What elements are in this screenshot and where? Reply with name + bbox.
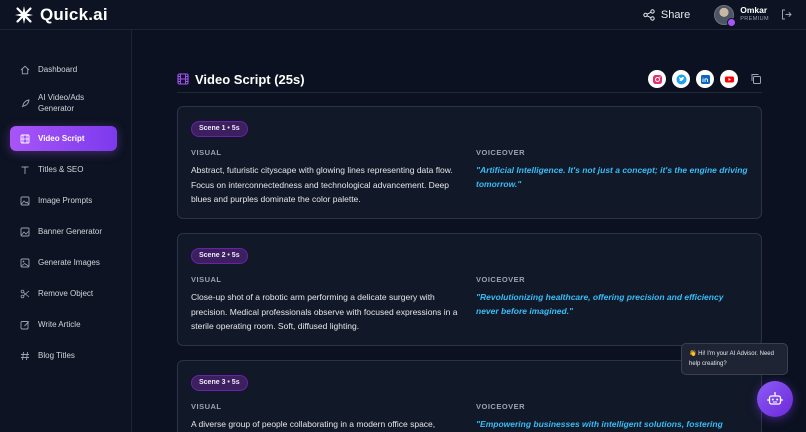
- sidebar-item-image-prompts[interactable]: Image Prompts: [10, 188, 117, 213]
- twitter-icon: [676, 74, 686, 84]
- home-icon: [20, 65, 30, 74]
- sidebar-item-dashboard[interactable]: Dashboard: [10, 57, 117, 82]
- share-label: Share: [660, 8, 691, 21]
- sidebar-item-ai-video-ads-generator[interactable]: AI Video/Ads Generator: [10, 88, 117, 120]
- twitter-share-button[interactable]: [672, 70, 690, 88]
- sidebar-item-label: Banner Generator: [38, 227, 103, 236]
- sidebar: Dashboard AI Video/Ads Generator Video S…: [0, 30, 132, 432]
- image-icon: [20, 196, 30, 205]
- robot-icon: [767, 392, 783, 405]
- user-plan: PREMIUM: [740, 16, 769, 23]
- film-icon: [20, 134, 30, 143]
- voiceover-label: VOICEOVER: [476, 275, 526, 284]
- scene-card: Scene 1 • 5s VISUAL VOICEOVER Abstract, …: [177, 106, 762, 219]
- voiceover-text: "Artificial Intelligence. It's not just …: [476, 165, 748, 189]
- scene-badge: Scene 3 • 5s: [191, 375, 248, 391]
- sidebar-item-label: Remove Object: [38, 289, 94, 298]
- sidebar-item-label: Blog Titles: [38, 351, 75, 360]
- sidebar-item-label: AI Video/Ads Generator: [38, 93, 85, 113]
- linkedin-icon: [700, 74, 710, 84]
- copy-icon[interactable]: [750, 73, 762, 85]
- scene-card: Scene 3 • 5s VISUAL VOICEOVER A diverse …: [177, 360, 762, 432]
- visual-description: Abstract, futuristic cityscape with glow…: [191, 165, 453, 204]
- visual-label: VISUAL: [191, 148, 222, 157]
- film-icon: [177, 73, 189, 85]
- voiceover-label: VOICEOVER: [476, 148, 526, 157]
- sidebar-item-generate-images[interactable]: Generate Images: [10, 250, 117, 275]
- avatar[interactable]: [714, 4, 737, 27]
- sidebar-item-label: Generate Images: [38, 258, 100, 267]
- user-name: Omkar: [740, 5, 768, 16]
- sidebar-item-banner-generator[interactable]: Banner Generator: [10, 219, 117, 244]
- voiceover-label: VOICEOVER: [476, 402, 526, 411]
- sidebar-item-label: Image Prompts: [38, 196, 93, 205]
- image-icon: [20, 258, 30, 267]
- top-bar: Quick.ai Share Omkar PREMIUM: [0, 0, 806, 30]
- chat-advisor-bubble[interactable]: 👋 Hi! I'm your AI Advisor. Need help cre…: [681, 343, 788, 375]
- sidebar-item-label: Write Article: [38, 320, 81, 329]
- instagram-share-button[interactable]: [648, 70, 666, 88]
- share-actions: [648, 70, 762, 88]
- hash-icon: [21, 351, 29, 360]
- visual-label: VISUAL: [191, 275, 222, 284]
- voiceover-text: "Revolutionizing healthcare, offering pr…: [476, 292, 724, 316]
- visual-description: A diverse group of people collaborating …: [191, 419, 436, 429]
- voiceover-text: "Empowering businesses with intelligent …: [476, 419, 723, 429]
- sidebar-item-video-script[interactable]: Video Script: [10, 126, 117, 151]
- sidebar-item-titles-seo[interactable]: Titles & SEO: [10, 157, 117, 182]
- instagram-icon: [652, 74, 662, 84]
- sidebar-item-write-article[interactable]: Write Article: [10, 312, 117, 337]
- page-header: Video Script (25s): [177, 64, 762, 94]
- app-logo[interactable]: Quick.ai: [14, 5, 108, 25]
- logout-icon[interactable]: [781, 9, 792, 20]
- visual-label: VISUAL: [191, 402, 222, 411]
- header-divider: [177, 92, 762, 93]
- sidebar-item-label: Titles & SEO: [38, 165, 84, 174]
- scene-badge: Scene 1 • 5s: [191, 121, 248, 137]
- text-icon: [21, 166, 29, 174]
- banner-icon: [20, 227, 30, 236]
- share-button[interactable]: Share: [643, 9, 690, 21]
- sparkle-logo-icon: [15, 5, 33, 24]
- user-info: Omkar PREMIUM: [740, 6, 769, 23]
- sidebar-item-label: Dashboard: [38, 65, 78, 74]
- youtube-icon: [724, 76, 734, 82]
- sidebar-item-remove-object[interactable]: Remove Object: [10, 281, 117, 306]
- sidebar-item-blog-titles[interactable]: Blog Titles: [10, 343, 117, 368]
- sidebar-item-label: Video Script: [38, 134, 85, 143]
- page-title: Video Script (25s): [195, 71, 305, 87]
- edit-icon: [20, 320, 30, 329]
- scene-card: Scene 2 • 5s VISUAL VOICEOVER Close-up s…: [177, 233, 762, 346]
- scissors-icon: [20, 289, 30, 298]
- chat-advisor-button[interactable]: [757, 381, 793, 417]
- app-name: Quick.ai: [40, 4, 108, 24]
- rocket-icon: [21, 99, 30, 108]
- visual-description: Close-up shot of a robotic arm performin…: [191, 292, 458, 331]
- youtube-share-button[interactable]: [720, 70, 738, 88]
- scene-badge: Scene 2 • 5s: [191, 248, 248, 264]
- linkedin-share-button[interactable]: [696, 70, 714, 88]
- premium-badge-icon: [727, 17, 737, 27]
- share-icon: [643, 8, 655, 21]
